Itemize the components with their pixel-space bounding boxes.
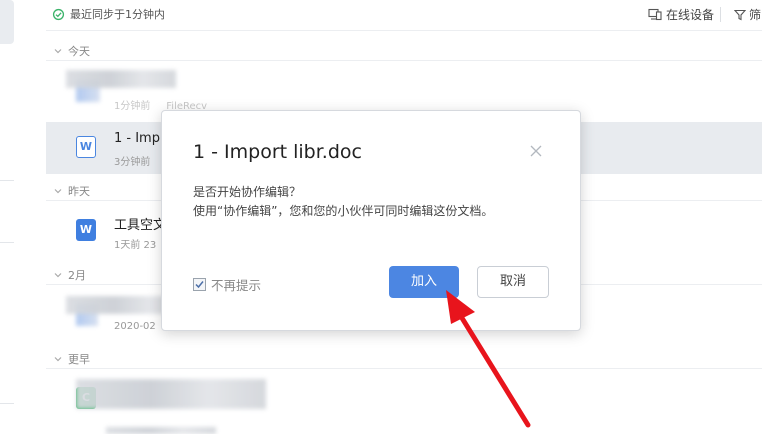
- annotation-arrow: [446, 290, 531, 428]
